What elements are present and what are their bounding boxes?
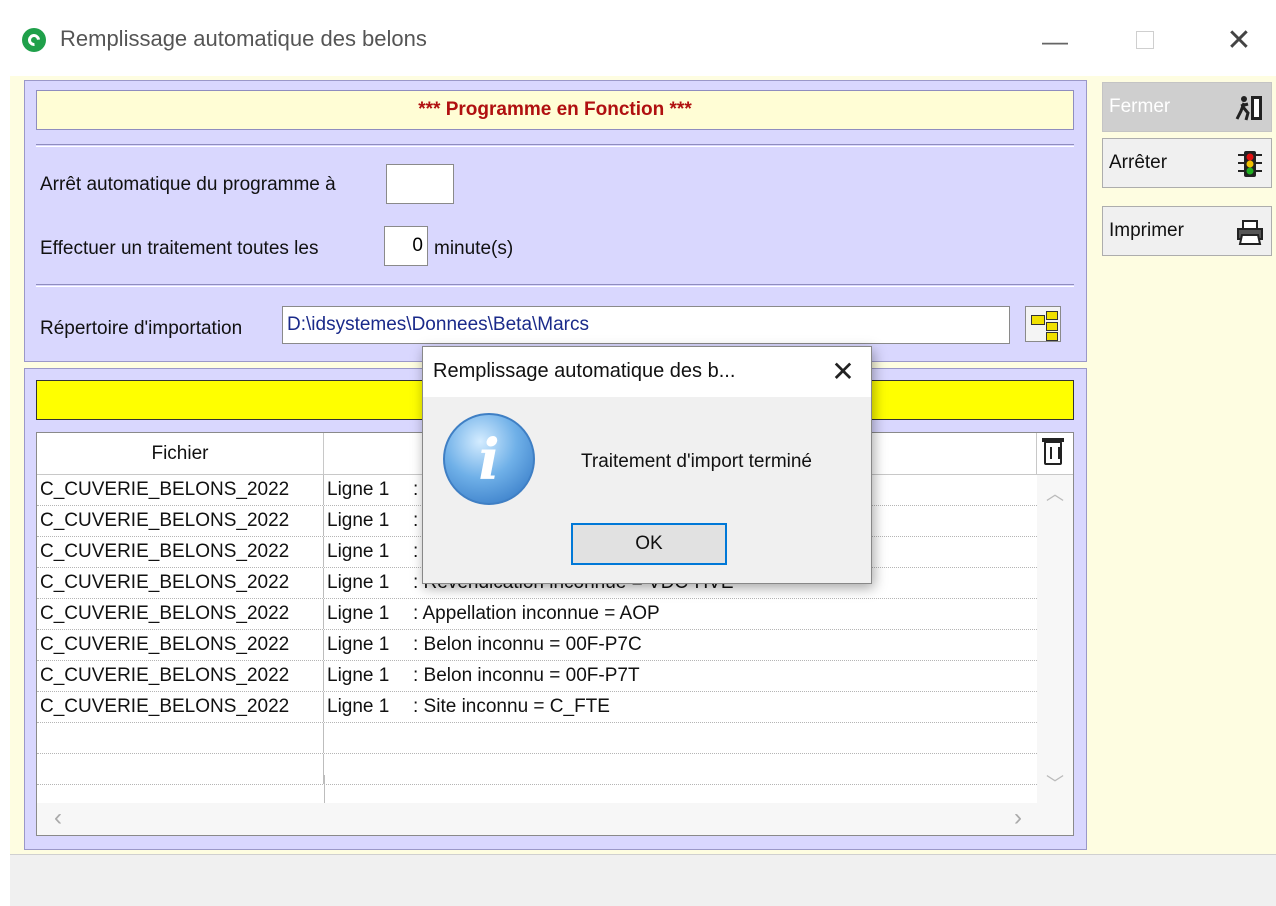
information-icon: i <box>443 413 535 505</box>
table-row[interactable]: C_CUVERIE_BELONS_2022 Ligne 1 : Site incon… <box>37 692 1037 723</box>
close-window-button[interactable]: ✕ <box>1214 22 1264 60</box>
imprimer-button-label: Imprimer <box>1109 220 1184 241</box>
cell-message: Ligne 1 : Site inconnu = C_FTE <box>327 692 1037 722</box>
cell-fichier: C_CUVERIE_BELONS_2022 <box>37 661 324 691</box>
cell-line: Ligne 1 <box>327 572 390 593</box>
scroll-up-icon[interactable]: ︿ <box>1037 479 1073 509</box>
dialog-message: Traitement d'import terminé <box>581 451 812 472</box>
cell-fichier: C_CUVERIE_BELONS_2022 <box>37 692 324 722</box>
fermer-button[interactable]: Fermer <box>1102 82 1272 132</box>
ok-button[interactable]: OK <box>571 523 727 565</box>
import-directory-label: Répertoire d'importation <box>40 318 243 339</box>
app-icon <box>22 28 46 52</box>
column-divider <box>324 775 325 803</box>
cell-message-text: : <box>413 541 419 562</box>
cell-message-text: : Belon inconnu = 00F-P7C <box>413 634 642 655</box>
dialog-title: Remplissage automatique des b... <box>433 360 736 382</box>
dialog-close-button[interactable]: ✕ <box>821 351 865 393</box>
column-header-fichier[interactable]: Fichier <box>37 433 324 475</box>
cell-fichier: C_CUVERIE_BELONS_2022 <box>37 599 324 629</box>
cell-fichier: C_CUVERIE_BELONS_2022 <box>37 630 324 660</box>
horizontal-scrollbar[interactable]: ‹ › <box>37 803 1073 835</box>
auto-stop-label: Arrêt automatique du programme à <box>40 174 336 195</box>
imprimer-button[interactable]: Imprimer <box>1102 206 1272 256</box>
status-bar <box>10 854 1276 906</box>
cell-message: Ligne 1 : Appellation inconnue = AOP <box>327 599 1037 629</box>
arreter-button-label: Arrêter <box>1109 152 1168 173</box>
status-banner: *** Programme en Fonction *** <box>36 90 1074 130</box>
scroll-left-icon[interactable]: ‹ <box>43 803 73 835</box>
cell-fichier <box>37 723 324 753</box>
table-row[interactable]: C_CUVERIE_BELONS_2022 Ligne 1 : Belon inco… <box>37 630 1037 661</box>
cell-message-text: : <box>413 479 419 500</box>
cell-message-text: : Belon inconnu = 00F-P7T <box>413 665 640 686</box>
traffic-light-icon <box>1235 149 1265 179</box>
interval-input[interactable]: 0 <box>384 226 428 266</box>
scroll-down-icon[interactable]: ﹀ <box>1037 769 1073 799</box>
fermer-button-label: Fermer <box>1109 96 1171 117</box>
printer-icon <box>1235 217 1265 247</box>
cell-fichier <box>37 754 324 784</box>
divider <box>36 144 1074 147</box>
cell-message-text: : Site inconnu = C_FTE <box>413 696 610 717</box>
info-dialog: Remplissage automatique des b... ✕ i Tra… <box>422 346 872 584</box>
import-directory-input[interactable]: D:\idsystemes\Donnees\Beta\Marcs <box>282 306 1010 344</box>
window-title: Remplissage automatique des belons <box>60 26 427 51</box>
table-row[interactable]: C_CUVERIE_BELONS_2022 Ligne 1 : Appellatio… <box>37 599 1037 630</box>
column-chooser-icon[interactable] <box>1042 438 1064 465</box>
cell-message <box>327 723 1037 753</box>
arreter-button[interactable]: Arrêter <box>1102 138 1272 188</box>
interval-unit-label: minute(s) <box>434 238 514 259</box>
table-row[interactable] <box>37 723 1037 754</box>
cell-message <box>327 754 1037 784</box>
cell-line: Ligne 1 <box>327 603 390 624</box>
table-row[interactable]: C_CUVERIE_BELONS_2022 Ligne 1 : Belon inco… <box>37 661 1037 692</box>
cell-message-text: : <box>413 510 419 531</box>
cell-line: Ligne 1 <box>327 510 390 531</box>
cell-fichier: C_CUVERIE_BELONS_2022 <box>37 506 324 536</box>
cell-line: Ligne 1 <box>327 479 390 500</box>
cell-fichier: C_CUVERIE_BELONS_2022 <box>37 475 324 505</box>
cell-message-text: : Appellation inconnue = AOP <box>413 603 660 624</box>
table-row[interactable] <box>37 754 1037 785</box>
minimize-button[interactable]: — <box>1030 22 1080 60</box>
cell-fichier: C_CUVERIE_BELONS_2022 <box>37 568 324 598</box>
cell-line: Ligne 1 <box>327 541 390 562</box>
window-titlebar[interactable]: Remplissage automatique des belons — ✕ <box>0 0 1276 76</box>
interval-label: Effectuer un traitement toutes les <box>40 238 319 259</box>
auto-stop-time-input[interactable] <box>386 164 454 204</box>
cell-message: Ligne 1 : Belon inconnu = 00F-P7T <box>327 661 1037 691</box>
exit-door-icon <box>1235 93 1265 123</box>
cell-line: Ligne 1 <box>327 696 390 717</box>
vertical-scrollbar[interactable]: ︿ ﹀ <box>1037 475 1073 803</box>
cell-fichier: C_CUVERIE_BELONS_2022 <box>37 537 324 567</box>
cell-message: Ligne 1 : Belon inconnu = 00F-P7C <box>327 630 1037 660</box>
cell-line: Ligne 1 <box>327 634 390 655</box>
divider <box>36 284 1074 287</box>
dialog-titlebar[interactable]: Remplissage automatique des b... ✕ <box>423 347 871 397</box>
cell-line: Ligne 1 <box>327 665 390 686</box>
scroll-right-icon[interactable]: › <box>1003 803 1033 835</box>
browse-folder-button[interactable] <box>1025 306 1061 342</box>
maximize-button[interactable] <box>1120 22 1170 60</box>
